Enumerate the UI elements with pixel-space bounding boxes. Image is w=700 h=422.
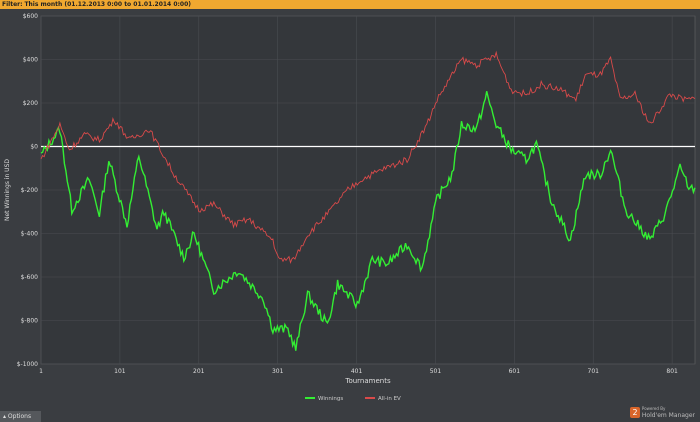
- x-tick-label: 501: [430, 368, 442, 375]
- winnings-chart: 1 101 201 301 401 501 601 701 801 $600 $400 $200 $0 $…: [4, 13, 696, 402]
- x-tick-label: 801: [666, 368, 678, 375]
- x-tick-label: 301: [272, 368, 284, 375]
- x-tick-label: 401: [351, 368, 363, 375]
- x-tick-label: 201: [193, 368, 205, 375]
- y-tick-label: $-200: [21, 187, 39, 194]
- y-tick-label: $-600: [21, 274, 39, 281]
- y-axis-label: Net Winnings in USD: [4, 159, 11, 221]
- filter-bar: Filter: This month (01.12.2013 0:00 to 0…: [0, 0, 700, 9]
- filter-value: This month (01.12.2013 0:00 to 01.01.201…: [24, 1, 191, 8]
- hem-logo: 2: [630, 406, 640, 418]
- y-tick-label: $200: [23, 100, 38, 107]
- y-tick-label: $0: [30, 144, 38, 151]
- legend-label: All-in EV: [378, 396, 401, 402]
- x-tick-label: 701: [588, 368, 600, 375]
- y-tick-label: $600: [23, 13, 38, 20]
- options-button[interactable]: ▴ Options: [0, 411, 41, 422]
- x-tick-label: 1: [39, 368, 43, 375]
- brand: 2 Powered By Hold'em Manager: [630, 405, 695, 419]
- brand-name: Hold'em Manager: [641, 412, 695, 419]
- x-tick-label: 101: [114, 368, 126, 375]
- y-tick-label: $-1000: [17, 361, 38, 368]
- powered-by: Powered By: [641, 406, 666, 411]
- options-label: Options: [7, 413, 32, 420]
- x-axis-label: Tournaments: [344, 377, 391, 385]
- y-tick-label: $-800: [21, 318, 39, 325]
- y-tick-label: $400: [23, 57, 38, 64]
- x-tick-label: 601: [509, 368, 521, 375]
- legend-label: Winnings: [318, 396, 343, 402]
- filter-label: Filter:: [2, 1, 23, 8]
- y-tick-label: $-400: [21, 231, 39, 238]
